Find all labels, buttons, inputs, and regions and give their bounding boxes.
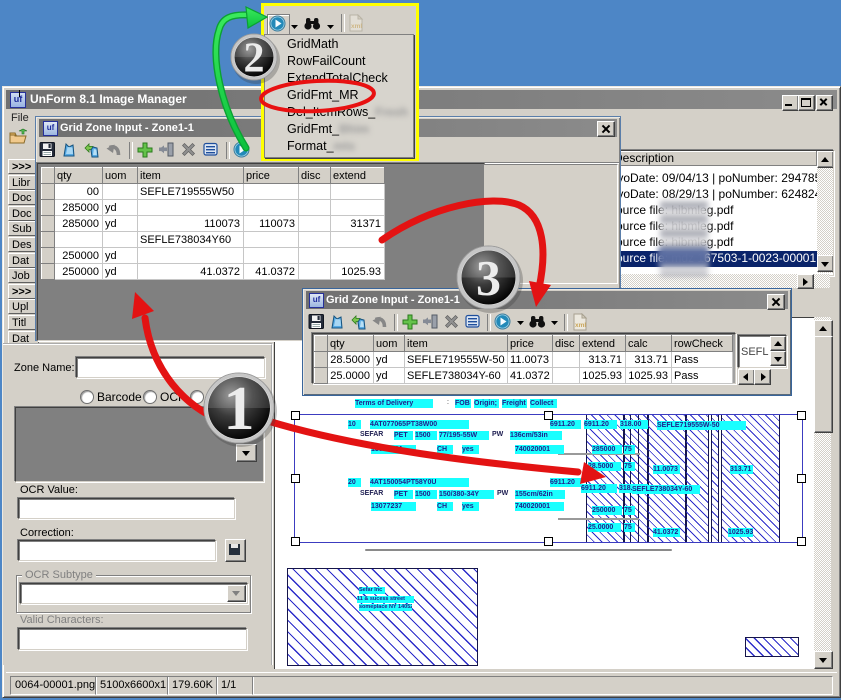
svg-text:xml: xml: [351, 23, 362, 30]
svg-text:xml: xml: [575, 322, 586, 329]
